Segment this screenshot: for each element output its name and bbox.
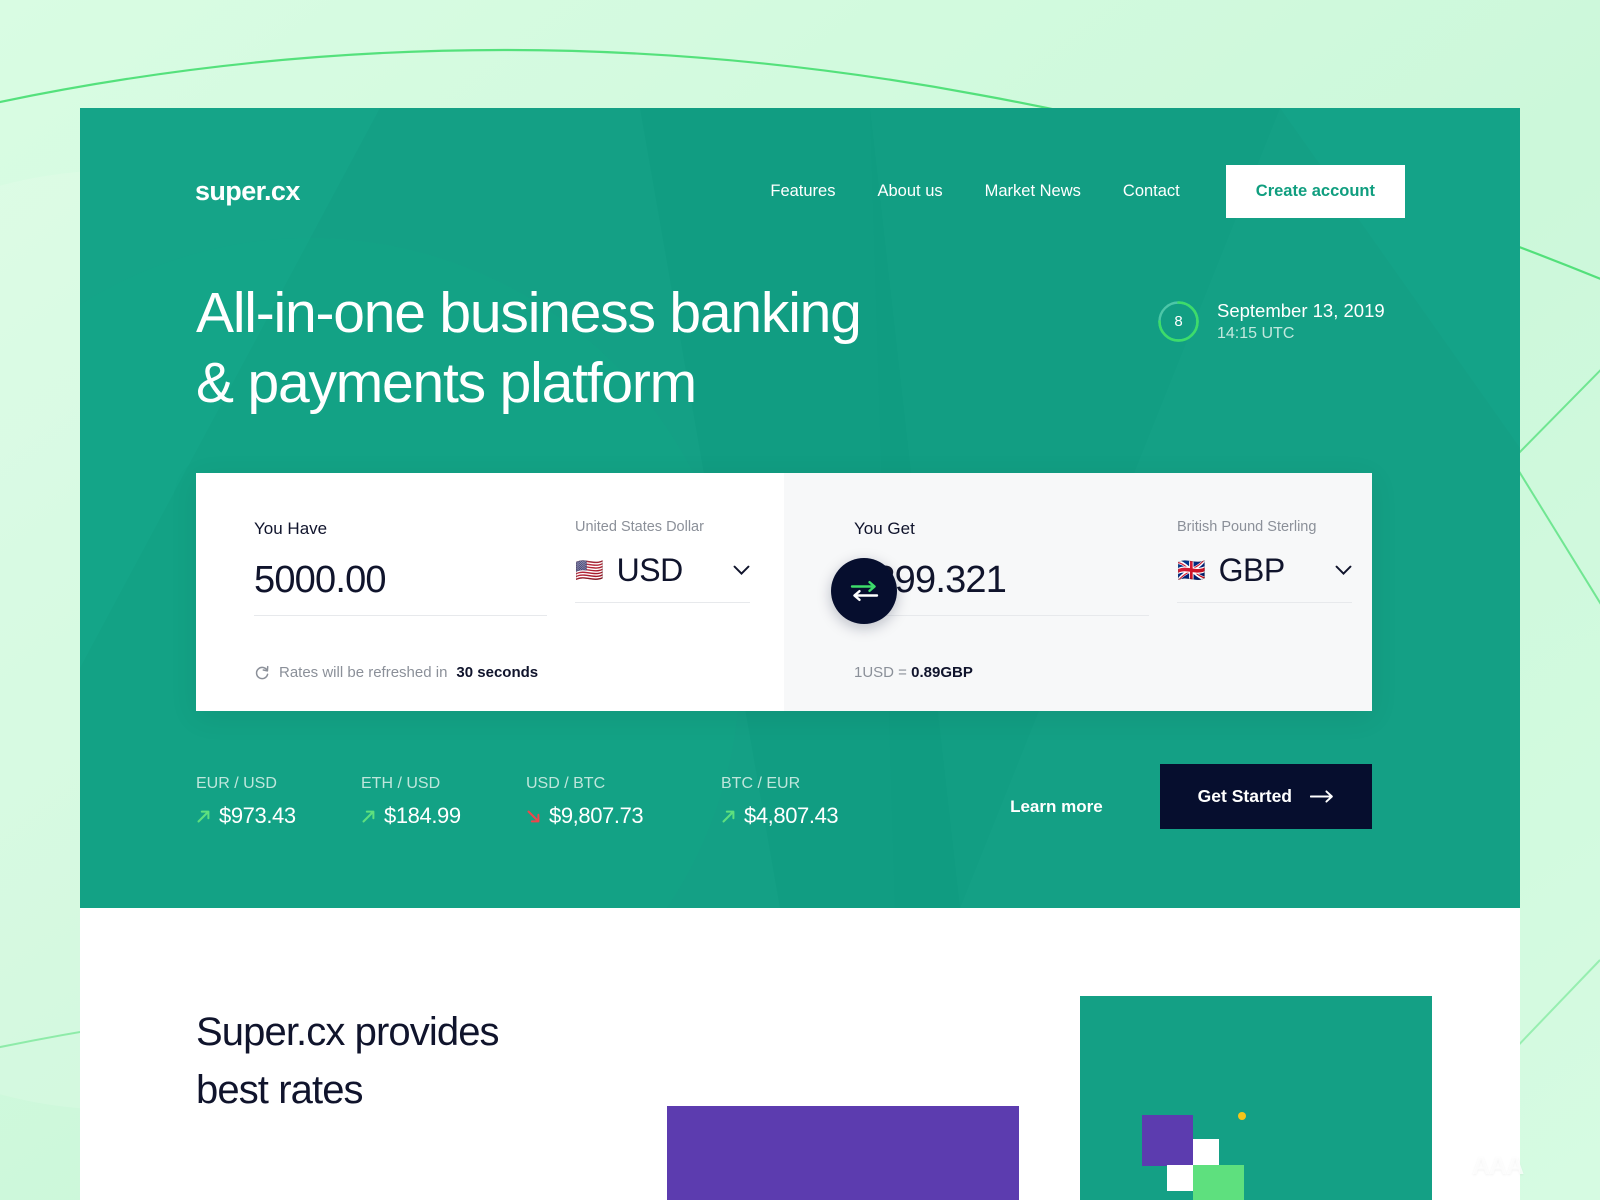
date-time-block: September 13, 2019 14:15 UTC (1217, 300, 1385, 343)
ticker-price: $184.99 (384, 803, 461, 828)
swap-arrows-icon (850, 581, 878, 601)
swap-currencies-button[interactable] (831, 558, 897, 624)
yellow-dot-a (1238, 1112, 1246, 1120)
refresh-icon (254, 665, 270, 681)
best-rates-section: Super.cx provides best rates (80, 908, 1520, 1200)
you-get-label: You Get (854, 519, 915, 538)
ticker-pair: EUR / USD (196, 775, 277, 792)
refresh-note-prefix: Rates will be refreshed in (279, 664, 448, 681)
flag-gb-icon: 🇬🇧 (1177, 557, 1206, 583)
source-currency-code: USD (616, 552, 684, 588)
refresh-note-seconds: 30 seconds (456, 664, 539, 681)
hero-headline: All-in-one business banking & payments p… (196, 278, 862, 418)
ticker-pair: BTC / EUR (721, 775, 801, 792)
nav-item-about-us[interactable]: About us (856, 182, 963, 201)
teal-illustration-panel (1080, 996, 1432, 1200)
flag-us-icon: 🇺🇸 (575, 557, 604, 583)
chevron-down-icon[interactable] (733, 565, 750, 576)
learn-more-link[interactable]: Learn more (1010, 797, 1103, 829)
best-rates-line-2: best rates (196, 1068, 364, 1112)
create-account-button[interactable]: Create account (1225, 164, 1405, 218)
arrow-up-right-icon (721, 809, 736, 824)
currency-converter-card: You Have 5000.00 United States Dollar 🇺🇸… (196, 473, 1372, 711)
market-ticker-row: EUR / USD $973.43 ETH / USD $184.99 USD … (196, 764, 1372, 829)
get-started-label: Get Started (1197, 786, 1292, 806)
nav-item-market-news[interactable]: Market News (964, 182, 1102, 201)
you-have-label: You Have (254, 519, 328, 538)
arrow-down-right-icon (526, 809, 541, 824)
target-currency-name: British Pound Sterling (1177, 519, 1317, 535)
headline-line-1: All-in-one business banking (196, 281, 862, 345)
ticker-price: $973.43 (219, 803, 296, 828)
countdown-value: 8 (1174, 313, 1183, 330)
converter-left-panel: You Have 5000.00 United States Dollar 🇺🇸… (196, 473, 897, 711)
ticker-pair: ETH / USD (361, 775, 441, 792)
arrow-up-right-icon (196, 809, 211, 824)
hero-section: super.cx Features About us Market News C… (80, 108, 1520, 908)
ticker-item[interactable]: USD / BTC $9,807.73 (526, 775, 721, 829)
rate-note-prefix: 1USD = (854, 664, 907, 681)
white-square-shape-b (1167, 1165, 1193, 1191)
you-have-amount-input[interactable]: 5000.00 (254, 559, 547, 616)
green-square-shape (1193, 1165, 1244, 1200)
arrow-right-icon (1310, 790, 1334, 803)
logo[interactable]: super.cx (195, 176, 300, 207)
rate-refresh-countdown: 8 September 13, 2019 14:15 UTC (1157, 300, 1385, 343)
headline-line-2: & payments platform (196, 351, 697, 416)
countdown-ring: 8 (1157, 300, 1200, 343)
get-started-button[interactable]: Get Started (1159, 764, 1372, 829)
top-navigation-bar: super.cx Features About us Market News C… (195, 163, 1405, 219)
main-nav: Features About us Market News Contact Cr… (749, 164, 1405, 218)
arrow-up-right-icon (361, 809, 376, 824)
ticker-price: $4,807.43 (744, 803, 839, 828)
purple-decorative-block (667, 1106, 1019, 1200)
target-currency-code: GBP (1218, 552, 1286, 588)
exchange-rate-note: 1USD = 0.89GBP (854, 664, 1372, 681)
ticker-price: $9,807.73 (549, 803, 644, 828)
you-get-amount-output[interactable]: 4899.321 (854, 559, 1149, 616)
ticker-item[interactable]: EUR / USD $973.43 (196, 775, 361, 829)
chevron-down-icon[interactable] (1335, 565, 1352, 576)
time-label: 14:15 UTC (1217, 325, 1295, 342)
purple-square-shape (1142, 1115, 1193, 1166)
white-square-shape-a (1193, 1139, 1219, 1165)
rates-refresh-note: Rates will be refreshed in 30 seconds (254, 664, 784, 681)
ticker-item[interactable]: ETH / USD $184.99 (361, 775, 526, 829)
best-rates-heading: Super.cx provides best rates (196, 1003, 500, 1119)
date-label: September 13, 2019 (1217, 300, 1385, 321)
source-currency-select[interactable]: 🇺🇸 USD (575, 552, 750, 603)
ticker-pair: USD / BTC (526, 775, 606, 792)
ticker-item[interactable]: BTC / EUR $4,807.43 (721, 775, 916, 829)
nav-item-features[interactable]: Features (749, 182, 856, 201)
rate-note-value: 0.89GBP (911, 664, 973, 681)
nav-item-contact[interactable]: Contact (1102, 182, 1201, 201)
target-currency-select[interactable]: 🇬🇧 GBP (1177, 552, 1352, 603)
source-currency-name: United States Dollar (575, 519, 704, 535)
best-rates-line-1: Super.cx provides (196, 1010, 500, 1054)
